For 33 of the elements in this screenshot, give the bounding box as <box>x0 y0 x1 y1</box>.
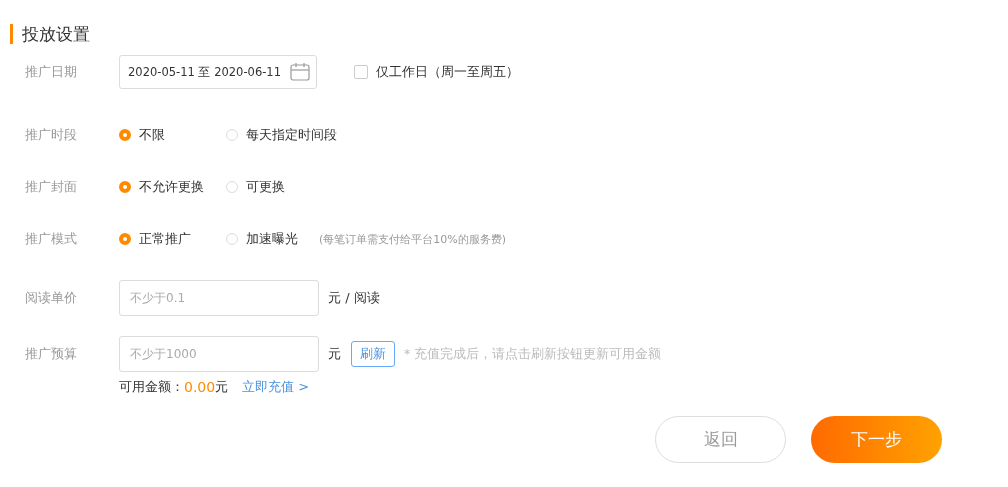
unit-text: 元 <box>328 345 341 363</box>
radio-label: 加速曝光 <box>246 230 298 248</box>
radio-label: 不限 <box>139 126 165 144</box>
refresh-button[interactable]: 刷新 <box>351 341 395 367</box>
budget-input[interactable]: 不少于1000 <box>119 336 319 372</box>
note-text: (每笔订单需支付给平台10%的服务费) <box>319 231 507 247</box>
field-label: 阅读单价 <box>25 289 78 307</box>
unit-text: 元 / 阅读 <box>328 289 380 307</box>
radio-button[interactable] <box>119 129 131 141</box>
field-label: 推广时段 <box>25 126 78 144</box>
calendar-icon <box>290 63 310 81</box>
field-label: 推广日期 <box>25 63 78 81</box>
currency-text: 元 <box>215 378 229 396</box>
radio-label: 不允许更换 <box>139 178 204 196</box>
price-input[interactable]: 不少于0.1 <box>119 280 319 316</box>
field-label: 推广模式 <box>25 230 78 248</box>
radio-button[interactable] <box>119 181 131 193</box>
checkbox[interactable] <box>354 65 368 79</box>
field-label: 推广预算 <box>25 345 78 363</box>
recharge-link[interactable]: 立即充值 > <box>242 378 310 396</box>
radio-label: 可更换 <box>246 178 285 196</box>
radio-label: 正常推广 <box>139 230 191 248</box>
radio-button[interactable] <box>119 233 131 245</box>
balance-amount: 0.00 <box>184 379 216 395</box>
balance-label: 可用金额： <box>119 378 184 396</box>
field-label: 推广封面 <box>25 178 78 196</box>
date-range-field[interactable]: 2020-05-11 至 2020-06-11 <box>119 55 317 89</box>
back-button[interactable]: 返回 <box>655 416 786 463</box>
next-button[interactable]: 下一步 <box>811 416 942 463</box>
checkbox-label: 仅工作日（周一至周五） <box>376 63 519 81</box>
hint-text: * 充值完成后，请点击刷新按钮更新可用金额 <box>404 345 662 363</box>
section-title: 投放设置 <box>10 24 90 44</box>
radio-label: 每天指定时间段 <box>246 126 337 144</box>
